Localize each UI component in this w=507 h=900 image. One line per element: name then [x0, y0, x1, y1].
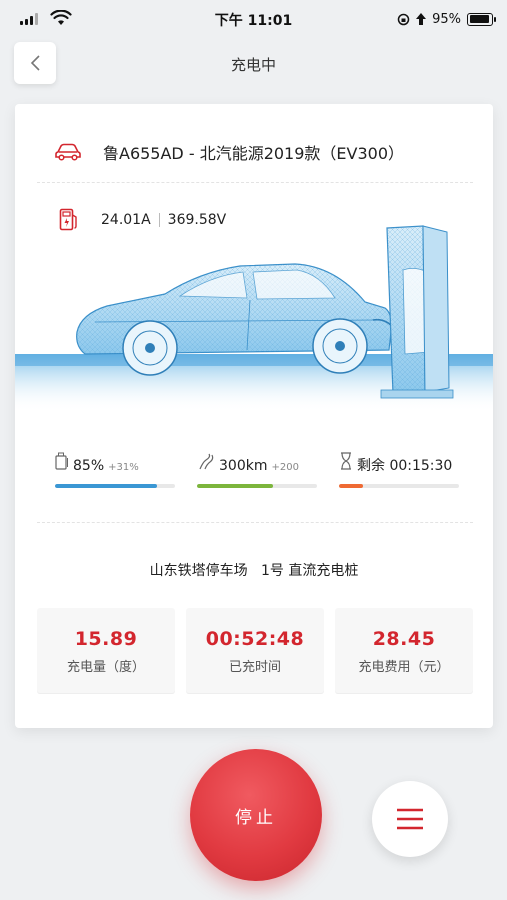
battery-percent-value: 85% — [73, 458, 105, 474]
road-icon — [199, 453, 214, 470]
battery-icon — [467, 12, 496, 26]
battery-progress — [55, 484, 175, 488]
charging-metrics: 15.89 充电量（度） 00:52:48 已充时间 28.45 充电费用（元） — [37, 608, 473, 694]
divider — [37, 522, 473, 523]
car-charging-illustration — [15, 225, 493, 412]
charging-card: 鲁A655AD - 北汽能源2019款（EV300） 24.01A 369.58… — [15, 104, 493, 728]
duration-metric: 00:52:48 已充时间 — [186, 608, 324, 694]
vehicle-plate-model: 鲁A655AD - 北汽能源2019款（EV300） — [103, 144, 405, 163]
range-value: 300km — [219, 458, 268, 474]
stop-charging-button[interactable]: 停止 — [190, 749, 322, 881]
station-name: 山东铁塔停车场 — [149, 563, 248, 579]
pile-name: 1号 直流充电桩 — [261, 563, 359, 579]
range-progress — [197, 484, 317, 488]
battery-stat: 85% +31% — [55, 452, 175, 488]
menu-button[interactable] — [372, 781, 448, 857]
energy-value: 15.89 — [74, 628, 138, 650]
range-delta: +200 — [271, 462, 299, 473]
duration-value: 00:52:48 — [205, 628, 305, 650]
stop-label: 停止 — [235, 807, 277, 828]
alarm-icon — [416, 13, 427, 25]
car-icon — [55, 143, 81, 161]
hourglass-icon — [341, 452, 351, 470]
menu-icon — [397, 808, 423, 830]
energy-metric: 15.89 充电量（度） — [37, 608, 175, 694]
cost-value: 28.45 — [372, 628, 436, 650]
remaining-time-value: 剩余 00:15:30 — [357, 458, 453, 474]
battery-level-icon — [55, 452, 68, 470]
cost-metric: 28.45 充电费用（元） — [335, 608, 473, 694]
range-stat: 300km +200 — [197, 452, 317, 488]
energy-label: 充电量（度） — [66, 660, 145, 675]
remaining-progress — [339, 484, 459, 488]
status-bar: 下午 11:01 95% — [0, 0, 507, 40]
orientation-lock-icon — [397, 13, 410, 25]
duration-label: 已充时间 — [228, 660, 281, 675]
battery-delta: +31% — [108, 462, 139, 473]
remaining-time-stat: 剩余 00:15:30 — [339, 452, 459, 488]
cost-label: 充电费用（元） — [358, 660, 450, 675]
divider — [37, 182, 473, 183]
vehicle-row: 鲁A655AD - 北汽能源2019款（EV300） — [55, 140, 404, 164]
station-info: 山东铁塔停车场 1号 直流充电桩 — [15, 560, 493, 580]
page-title: 充电中 — [230, 56, 276, 74]
battery-percent: 95% — [432, 11, 461, 27]
